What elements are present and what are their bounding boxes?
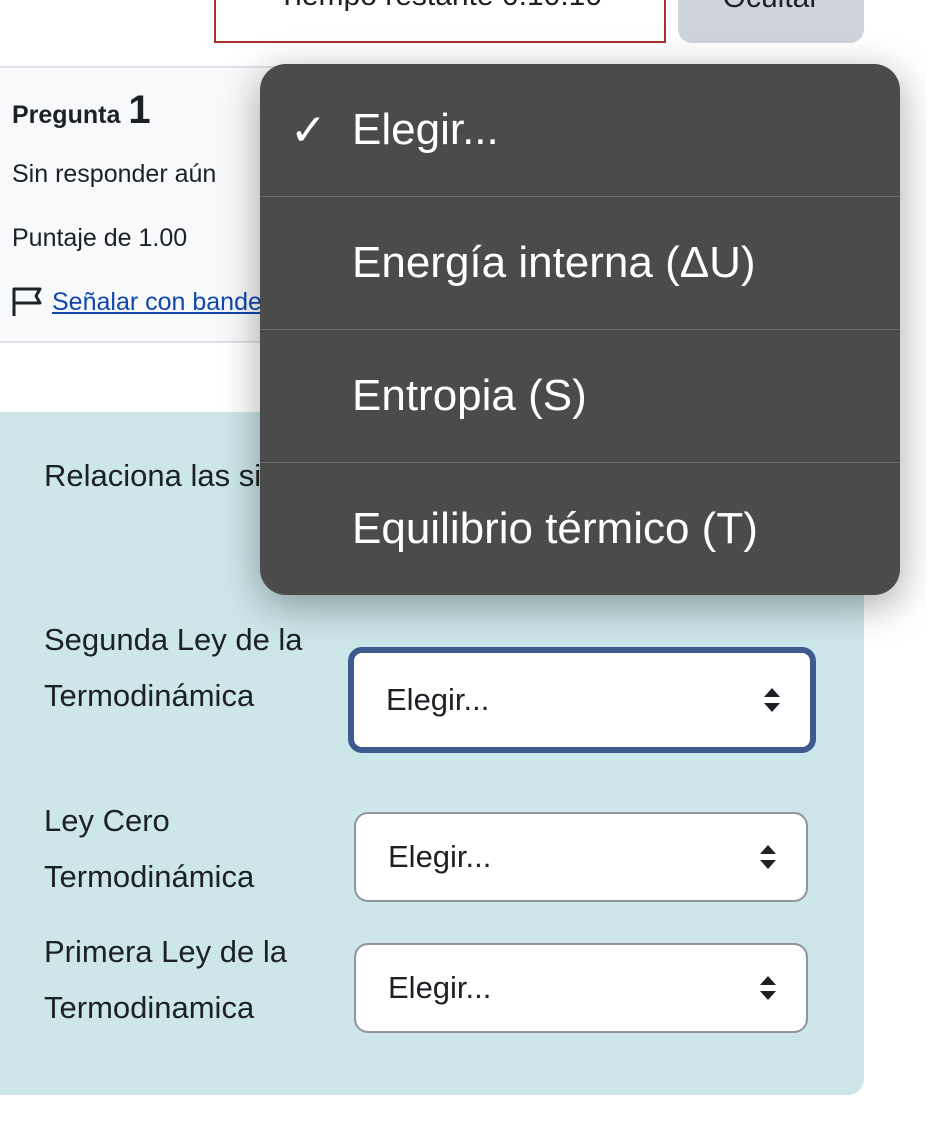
question-state: Sin responder aún [12,160,217,188]
picker-option-label: Elegir... [352,105,499,154]
picker-option-label: Equilibrio térmico (T) [352,504,758,553]
hide-timer-label: Ocultar [723,0,820,13]
match-item-label: Ley Cero Termodinámica [44,803,255,894]
question-title: Pregunta 1 [12,88,151,133]
match-select-3[interactable]: Elegir... [354,943,808,1033]
select-value: Elegir... [388,970,492,1005]
select-arrows-icon [764,688,780,712]
select-value: Elegir... [388,839,492,874]
timer-box: Tiempo restante 0:10:10 [214,0,666,43]
picker-option-label: Entropia (S) [352,371,587,420]
match-item-label: Segunda Ley de la Termodinámica [44,622,303,713]
select-arrows-icon [760,976,776,1000]
timer-text: Tiempo restante 0:10:10 [278,0,602,11]
match-select-2[interactable]: Elegir... [354,812,808,902]
select-options-picker: ✓ Elegir... Energía interna (ΔU) Entropi… [260,64,900,595]
question-grade: Puntaje de 1.00 [12,224,188,252]
flag-icon [12,287,42,316]
question-number: 1 [128,88,151,132]
picker-option-equilibrio-termico[interactable]: Equilibrio térmico (T) [260,463,900,595]
hide-timer-button[interactable]: Ocultar [678,0,864,43]
question-info-panel: Pregunta 1 Sin responder aún Puntaje de … [0,66,416,343]
select-arrows-icon [760,845,776,869]
picker-option-energia-interna[interactable]: Energía interna (ΔU) [260,197,900,330]
question-label: Pregunta [12,101,121,129]
match-select-1[interactable]: Elegir... [348,647,816,753]
picker-option-label: Energía interna (ΔU) [352,238,756,287]
picker-option-elegir[interactable]: ✓ Elegir... [260,64,900,197]
checkmark-icon: ✓ [290,105,327,155]
select-value: Elegir... [386,682,490,717]
match-item-label: Primera Ley de la Termodinamica [44,934,287,1025]
picker-option-entropia[interactable]: Entropia (S) [260,330,900,463]
